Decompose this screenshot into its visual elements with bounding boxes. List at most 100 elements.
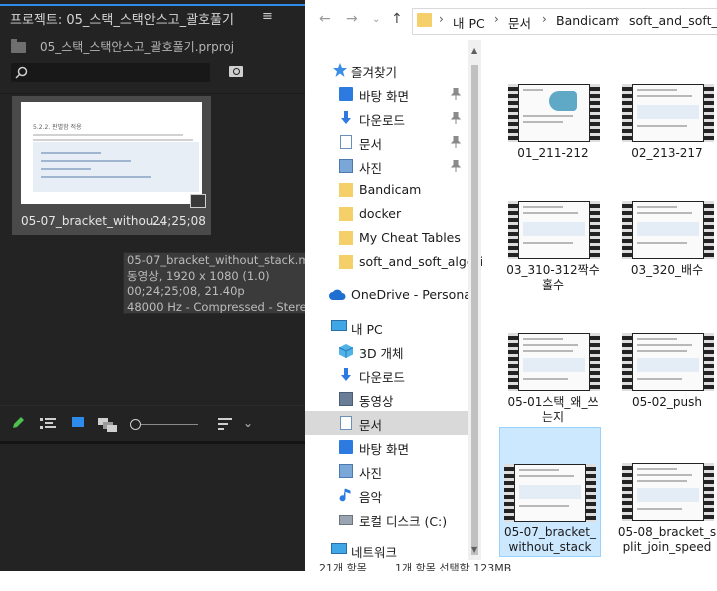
breadcrumb-documents[interactable]: 문서: [508, 13, 531, 32]
project-toolbar: ⌄: [0, 405, 305, 442]
nav-pc-documents[interactable]: 문서: [305, 411, 469, 435]
file-tile[interactable]: 05-08_bracket_split_join_speed: [617, 463, 717, 591]
video-thumbnail: [508, 333, 600, 391]
tooltip-filename: 05-07_bracket_without_stack.mp4: [127, 253, 309, 267]
nav-downloads[interactable]: 다운로드: [305, 106, 469, 130]
nav-docker[interactable]: docker: [305, 202, 469, 226]
video-thumbnail: [622, 463, 714, 521]
pencil-icon[interactable]: [11, 416, 25, 430]
pictures-icon: [339, 464, 353, 478]
clip-thumbnail: 5.2.2. 판별함 적용: [21, 102, 202, 204]
drive-icon: [339, 515, 353, 525]
video-icon: [339, 392, 353, 406]
cube-icon: [339, 344, 353, 358]
bin-icon: [11, 39, 26, 53]
tooltip-audio-info: 48000 Hz - Compressed - Stereo: [127, 299, 309, 314]
folder-icon: [339, 207, 353, 221]
nav-soft-and-soft[interactable]: soft_and_soft_algori: [305, 250, 483, 274]
file-name: 05-07_bracket_without_stack: [504, 525, 596, 554]
scroll-up-arrow-icon[interactable]: ▲: [471, 46, 477, 55]
document-icon: [340, 416, 352, 430]
list-view-icon[interactable]: [40, 418, 56, 430]
forward-arrow-icon[interactable]: →: [346, 11, 358, 27]
folder-icon: [339, 255, 353, 269]
breadcrumb-bandicam[interactable]: Bandicam: [556, 13, 618, 28]
breadcrumb-this-pc[interactable]: 내 PC: [453, 13, 485, 32]
active-tab-indicator: [0, 4, 305, 6]
nav-quick-access[interactable]: 즐겨찾기: [305, 58, 469, 82]
download-icon: [341, 111, 351, 124]
nav-my-cheat-tables[interactable]: My Cheat Tables: [305, 226, 469, 250]
freeform-view-icon[interactable]: [98, 418, 118, 432]
pin-icon: [451, 160, 461, 172]
path-box[interactable]: › 내 PC › 문서 › Bandicam › soft_and_soft_a…: [412, 8, 717, 35]
project-search-input[interactable]: [11, 63, 210, 82]
pictures-icon: [339, 159, 353, 173]
scroll-down-arrow-icon[interactable]: ▼: [471, 545, 477, 554]
divider: [0, 93, 305, 94]
video-thumbnail: [622, 201, 714, 259]
clip-name: 05-07_bracket_withou...: [21, 214, 165, 228]
desktop-icon: [339, 87, 353, 101]
file-tile[interactable]: 03_310-312짝수홀수: [503, 201, 603, 329]
music-note-icon: [339, 488, 351, 502]
file-tile[interactable]: 01_211-212: [503, 84, 603, 212]
tooltip-timecode: 00;24;25;08, 21.40p: [127, 284, 245, 298]
nav-pc-pictures[interactable]: 사진: [305, 459, 469, 483]
navigation-pane: 즐겨찾기 바탕 화면 다운로드 문서 사진 Bandicam docker My…: [305, 40, 483, 562]
document-icon: [340, 135, 352, 149]
file-tile-selected[interactable]: 05-07_bracket_without_stack: [499, 427, 601, 557]
nav-documents[interactable]: 문서: [305, 130, 469, 154]
nav-pc-downloads[interactable]: 다운로드: [305, 363, 469, 387]
nav-bandicam[interactable]: Bandicam: [305, 178, 469, 202]
network-icon: [331, 543, 347, 554]
audio-waveform-icon: [190, 194, 206, 208]
breadcrumb-current[interactable]: soft_and_soft_algo: [629, 13, 717, 28]
nav-local-disk[interactable]: 로컬 디스크 (C:): [305, 507, 469, 531]
file-tile[interactable]: 05-02_push: [617, 333, 717, 461]
video-thumbnail: [622, 84, 714, 142]
nav-pictures[interactable]: 사진: [305, 154, 469, 178]
item-count: 21개 항목: [319, 562, 367, 571]
file-tile[interactable]: 03_320_배수: [617, 201, 717, 329]
recent-chevron-icon[interactable]: ⌄: [372, 14, 380, 25]
pin-icon: [451, 112, 461, 124]
status-bar: 21개 항목 1개 항목 선택함 123MB: [305, 560, 717, 571]
file-name: 05-08_bracket_split_join_speed: [617, 525, 717, 554]
file-name: 01_211-212: [517, 146, 589, 160]
desktop-icon: [339, 440, 353, 454]
file-name: 05-01스택_왜_쓰는지: [507, 395, 599, 424]
file-explorer: ← → ⌄ ↑ › 내 PC › 문서 › Bandicam › soft_an…: [305, 0, 717, 571]
zoom-slider-track[interactable]: [138, 424, 198, 425]
panel-divider: [0, 441, 305, 444]
video-thumbnail: [504, 464, 596, 522]
up-arrow-icon[interactable]: ↑: [391, 11, 403, 27]
tooltip-video-info: 동영상, 1920 x 1080 (1.0): [127, 268, 270, 283]
file-name: 03_320_배수: [630, 263, 704, 277]
clip-item[interactable]: 5.2.2. 판별함 적용 05-07_bracket_withou... 24…: [12, 96, 211, 235]
sort-icon[interactable]: [218, 418, 232, 430]
back-arrow-icon[interactable]: ←: [319, 11, 331, 27]
nav-onedrive[interactable]: OneDrive - Personal: [305, 283, 475, 307]
new-search-bin-icon[interactable]: [229, 66, 243, 77]
pin-icon: [451, 88, 461, 100]
nav-music[interactable]: 음악: [305, 483, 469, 507]
chevron-down-icon[interactable]: ⌄: [243, 416, 253, 430]
nav-3d-objects[interactable]: 3D 개체: [305, 339, 469, 363]
download-icon: [341, 368, 351, 381]
nav-desktop[interactable]: 바탕 화면: [305, 82, 469, 106]
nav-scrollbar[interactable]: ▲ ▼: [468, 40, 481, 560]
selection-info: 1개 항목 선택함 123MB: [395, 562, 512, 571]
nav-pc-desktop[interactable]: 바탕 화면: [305, 435, 469, 459]
nav-this-pc[interactable]: 내 PC: [305, 315, 469, 339]
video-thumbnail: [508, 84, 600, 142]
scrollbar-thumb[interactable]: [471, 65, 478, 555]
panel-menu-icon[interactable]: ≡: [262, 9, 273, 24]
file-tile[interactable]: 02_213-217: [617, 84, 717, 212]
nav-network[interactable]: 네트워크: [305, 538, 469, 562]
nav-videos[interactable]: 동영상: [305, 387, 469, 411]
icon-view-icon[interactable]: [72, 417, 84, 427]
clip-tooltip: 05-07_bracket_without_stack.mp4 동영상, 192…: [123, 252, 309, 314]
zoom-slider-knob[interactable]: [130, 419, 141, 430]
project-panel-title[interactable]: 프로젝트: 05_스택_스택안스고_괄호풀기: [10, 9, 234, 28]
